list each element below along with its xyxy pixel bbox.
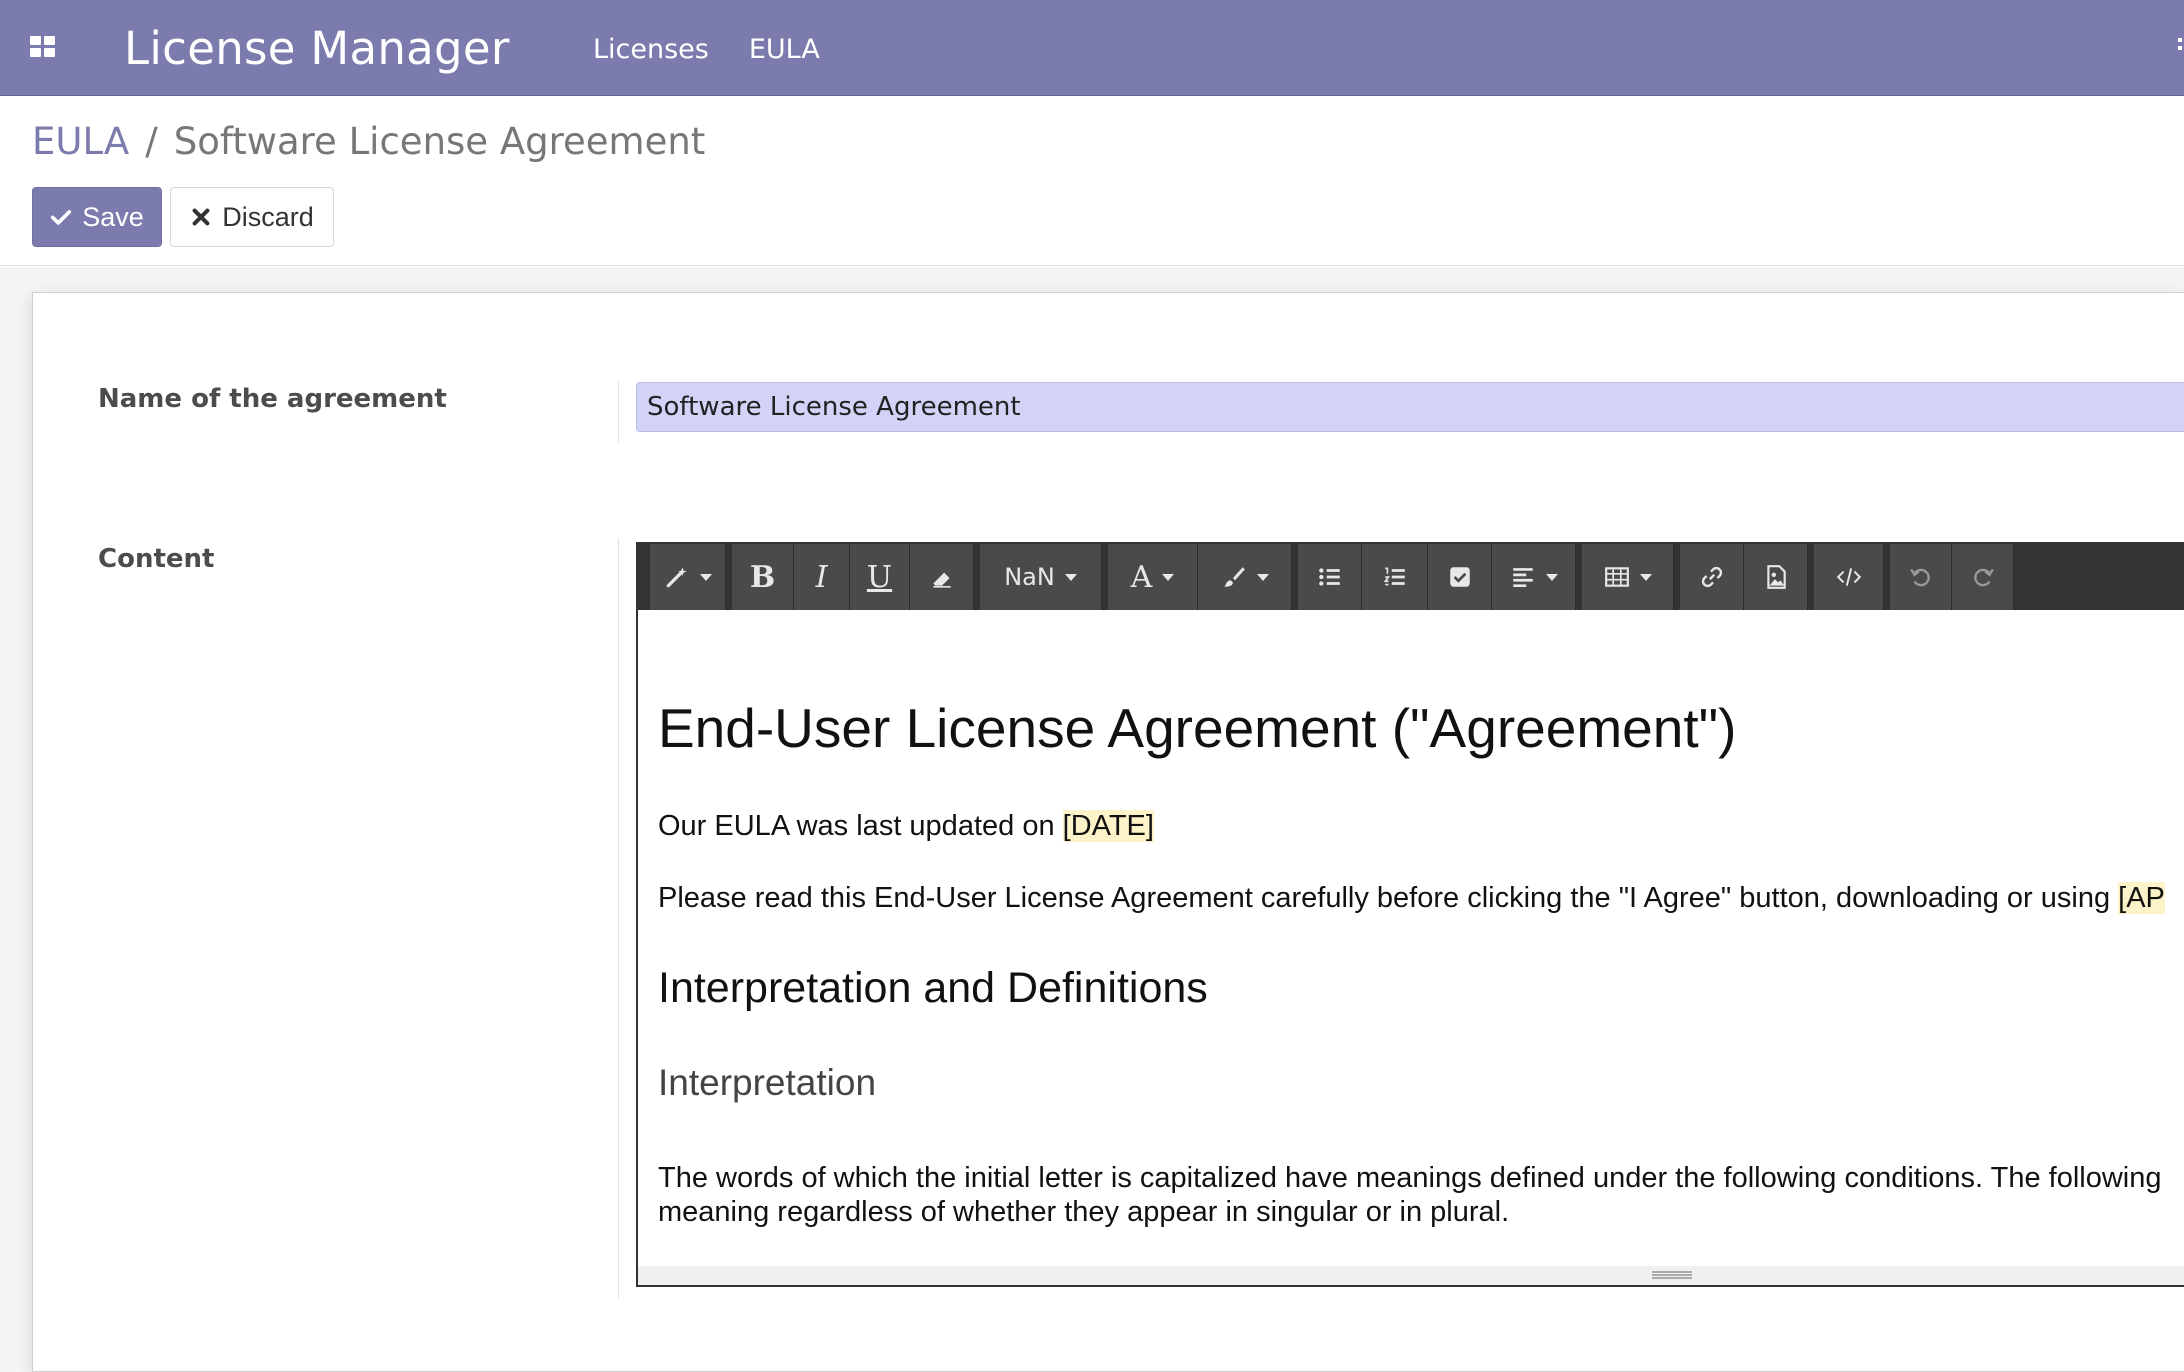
updated-paragraph: Our EULA was last updated on [DATE]	[658, 810, 1154, 843]
app-title[interactable]: License Manager	[124, 22, 510, 75]
name-field-label: Name of the agreement	[98, 384, 447, 414]
intro-paragraph: Please read this End-User License Agreem…	[658, 882, 2165, 915]
document-heading: End-User License Agreement ("Agreement")	[658, 697, 1737, 759]
unordered-list-icon[interactable]	[1298, 544, 1362, 610]
editor-content[interactable]: End-User License Agreement ("Agreement")…	[638, 610, 2184, 1266]
ordered-list-icon[interactable]	[1362, 544, 1428, 610]
undo-icon[interactable]	[1890, 544, 1952, 610]
resize-grip-icon	[1652, 1271, 1692, 1279]
breadcrumb-eula-link[interactable]: EULA	[32, 120, 129, 163]
image-icon[interactable]	[1744, 544, 1808, 610]
editor-toolbar: B I U NaN A	[638, 544, 2184, 610]
menu-item-licenses[interactable]: Licenses	[593, 34, 709, 65]
field-divider	[618, 538, 619, 1298]
magic-wand-icon	[666, 567, 687, 588]
style-dropdown[interactable]	[650, 544, 726, 610]
definitions-paragraph-line: The words of which the initial letter is…	[658, 1162, 2162, 1194]
breadcrumb: EULA / Software License Agreement	[32, 120, 705, 163]
font-color-icon[interactable]: A	[1108, 544, 1198, 610]
menu-item-eula[interactable]: EULA	[749, 34, 820, 65]
date-placeholder: [DATE]	[1062, 810, 1154, 842]
subsection-heading: Interpretation	[658, 1062, 877, 1103]
apps-grid-icon[interactable]	[30, 36, 62, 61]
eraser-icon[interactable]	[910, 544, 974, 610]
save-button-label: Save	[82, 201, 144, 232]
discard-button[interactable]: Discard	[170, 187, 334, 247]
font-size-value: NaN	[1004, 563, 1055, 591]
redo-icon[interactable]	[1952, 544, 2014, 610]
content-field-label: Content	[98, 544, 215, 574]
field-divider	[618, 381, 619, 443]
close-icon	[192, 208, 210, 226]
definitions-paragraph-line: meaning regardless of whether they appea…	[658, 1196, 1510, 1228]
bold-icon[interactable]: B	[732, 544, 794, 610]
top-navbar: License Manager Licenses EULA	[0, 0, 2184, 96]
html-editor: B I U NaN A End-User License Agreement (…	[636, 542, 2184, 1287]
breadcrumb-current: Software License Agreement	[173, 120, 706, 163]
italic-icon[interactable]: I	[794, 544, 850, 610]
main-menu: Licenses EULA	[593, 34, 820, 65]
breadcrumb-separator: /	[145, 120, 158, 163]
paintbrush-icon[interactable]	[1198, 544, 1292, 610]
editor-resize-handle[interactable]	[638, 1266, 2184, 1285]
underline-icon[interactable]: U	[850, 544, 910, 610]
intro-text: Please read this End-User License Agreem…	[658, 882, 2119, 914]
save-button[interactable]: Save	[32, 187, 162, 247]
checklist-icon[interactable]	[1428, 544, 1492, 610]
link-icon[interactable]	[1680, 544, 1744, 610]
code-view-icon[interactable]	[1814, 544, 1884, 610]
agreement-name-input[interactable]: Software License Agreement	[636, 382, 2184, 432]
updated-text: Our EULA was last updated on	[658, 810, 1063, 842]
table-icon[interactable]	[1582, 544, 1674, 610]
more-options-icon[interactable]	[2178, 38, 2184, 62]
checkmark-icon	[51, 210, 72, 225]
control-panel: EULA / Software License Agreement Save D…	[0, 96, 2184, 266]
discard-button-label: Discard	[222, 201, 314, 232]
section-heading: Interpretation and Definitions	[658, 964, 1208, 1012]
align-icon[interactable]	[1492, 544, 1576, 610]
app-placeholder: [AP	[2118, 882, 2165, 914]
font-size-dropdown[interactable]: NaN	[980, 544, 1102, 610]
